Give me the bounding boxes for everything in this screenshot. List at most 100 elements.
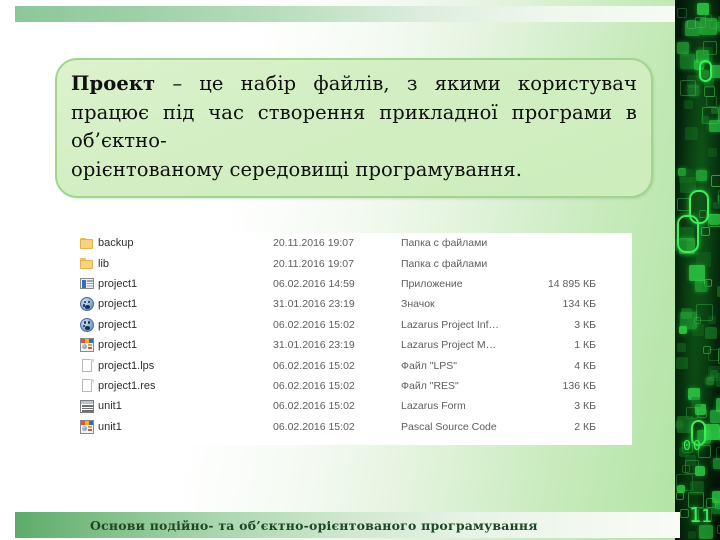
- matrix-digit: 1: [689, 503, 702, 527]
- matrix-digit: 0: [683, 439, 691, 454]
- matrix-square: [689, 265, 705, 281]
- file-type: Приложение: [401, 277, 463, 290]
- lazarus-form-icon: [72, 399, 98, 414]
- file-name[interactable]: project1: [98, 319, 273, 331]
- file-type: Файл "RES": [401, 379, 459, 392]
- file-type: Значок: [401, 298, 435, 311]
- document-icon: [72, 358, 98, 373]
- file-name[interactable]: unit1: [98, 400, 273, 412]
- file-date: 06.02.2016 15:02: [273, 359, 355, 372]
- matrix-square: [711, 175, 720, 187]
- lazarus-icon: [72, 419, 98, 434]
- matrix-square: [677, 485, 685, 493]
- folder-icon: [72, 256, 98, 271]
- file-name[interactable]: project1: [98, 278, 273, 290]
- matrix-square: [711, 65, 720, 78]
- matrix-ring: [677, 215, 699, 253]
- matrix-square: [677, 343, 686, 352]
- table-row[interactable]: project1 31.01.2016 23:19 Значок 134 КБ: [72, 294, 632, 314]
- file-size: 134 КБ: [562, 298, 596, 311]
- matrix-square: [676, 492, 684, 500]
- definition-body: – це набір файлів, з якими користувач пр…: [71, 72, 637, 153]
- file-name[interactable]: project1.res: [98, 380, 273, 392]
- matrix-square: [708, 349, 720, 361]
- file-date: 06.02.2016 15:02: [273, 379, 355, 392]
- definition-term: Проект: [71, 72, 156, 95]
- table-row[interactable]: project1 31.01.2016 23:19 Lazarus Project …: [72, 335, 632, 355]
- matrix-square: [684, 100, 693, 109]
- file-size: 3 КБ: [574, 400, 596, 413]
- badge-icon: [72, 317, 98, 332]
- matrix-square: [706, 96, 717, 107]
- matrix-square: [716, 398, 720, 412]
- file-name[interactable]: project1: [98, 339, 273, 351]
- file-date: 20.11.2016 19:07: [273, 257, 354, 270]
- matrix-square: [704, 424, 720, 440]
- file-name[interactable]: lib: [98, 258, 273, 270]
- file-type: Папка с файлами: [401, 237, 488, 250]
- matrix-square: [691, 397, 701, 407]
- badge-icon: [72, 297, 98, 312]
- matrix-square: [680, 509, 689, 518]
- table-row[interactable]: project1 06.02.2016 15:02 Lazarus Project …: [72, 315, 632, 335]
- footer-bar: Основи подійно- та об’єктно-орієнтованог…: [15, 512, 680, 538]
- file-type: Lazarus Form: [401, 400, 466, 413]
- table-row[interactable]: project1.res 06.02.2016 15:02 Файл "RES" 13…: [72, 376, 632, 396]
- folder-icon: [72, 236, 98, 251]
- slide-canvas: 00 11 Проект – це набір файлів, з якими к…: [0, 0, 720, 540]
- file-size: 2 КБ: [574, 420, 596, 433]
- table-row[interactable]: project1.lps 06.02.2016 15:02 Файл "LPS" 4 …: [72, 355, 632, 375]
- file-explorer-panel: backup 20.11.2016 19:07 Папка с файлами lib…: [72, 233, 632, 445]
- file-date: 20.11.2016 19:07: [273, 237, 354, 250]
- matrix-square: [688, 531, 696, 539]
- top-decorative-bar: [15, 6, 680, 22]
- matrix-digit: 0: [693, 439, 701, 454]
- lazarus-icon: [72, 338, 98, 353]
- file-type: Папка с файлами: [401, 257, 488, 270]
- matrix-square: [677, 42, 689, 54]
- matrix-square: [701, 116, 709, 124]
- file-type: Lazarus Project Inf…: [401, 318, 500, 331]
- file-date: 06.02.2016 15:02: [273, 420, 355, 433]
- table-row[interactable]: unit1 06.02.2016 15:02 Lazarus Form 3 КБ: [72, 396, 632, 416]
- file-date: 31.01.2016 23:19: [273, 339, 355, 352]
- matrix-square: [705, 327, 717, 339]
- matrix-square: [680, 80, 696, 96]
- table-row[interactable]: project1 06.02.2016 14:59 Приложение 14 895…: [72, 274, 632, 294]
- definition-callout: Проект – це набір файлів, з якими корист…: [55, 58, 653, 198]
- table-row[interactable]: lib 20.11.2016 19:07 Папка с файлами: [72, 253, 632, 273]
- file-size: 3 КБ: [574, 318, 596, 331]
- matrix-square: [708, 148, 717, 157]
- table-row[interactable]: backup 20.11.2016 19:07 Папка с файлами: [72, 233, 632, 253]
- matrix-square: [716, 447, 720, 460]
- matrix-ring: [699, 60, 712, 82]
- file-name[interactable]: backup: [98, 237, 273, 249]
- matrix-square: [676, 357, 688, 369]
- table-row[interactable]: unit1 06.02.2016 15:02 Pascal Source Code 2…: [72, 417, 632, 437]
- matrix-square: [700, 18, 717, 35]
- file-size: 14 895 КБ: [547, 277, 596, 290]
- matrix-square: [685, 460, 699, 474]
- file-size: 136 КБ: [562, 379, 596, 392]
- footer-title: Основи подійно- та об’єктно-орієнтованог…: [90, 517, 538, 533]
- matrix-square: [677, 8, 687, 18]
- file-date: 06.02.2016 15:02: [273, 318, 355, 331]
- document-icon: [72, 378, 98, 393]
- matrix-square: [687, 20, 696, 29]
- matrix-square: [708, 214, 720, 227]
- matrix-square: [706, 377, 714, 385]
- matrix-square: [713, 202, 720, 209]
- matrix-square: [701, 227, 710, 236]
- matrix-square: [699, 525, 713, 539]
- matrix-square: [696, 170, 707, 181]
- file-name[interactable]: project1.lps: [98, 360, 273, 372]
- file-date: 06.02.2016 15:02: [273, 400, 355, 413]
- matrix-digit: 1: [701, 506, 712, 527]
- file-type: Pascal Source Code: [401, 420, 497, 433]
- matrix-decoration-strip: 00 11: [675, 0, 720, 540]
- file-size: 4 КБ: [574, 359, 596, 372]
- file-name[interactable]: unit1: [98, 421, 273, 433]
- file-name[interactable]: project1: [98, 298, 273, 310]
- definition-last-line: орієнтованому середовищі програмування.: [71, 157, 523, 181]
- file-date: 31.01.2016 23:19: [273, 298, 355, 311]
